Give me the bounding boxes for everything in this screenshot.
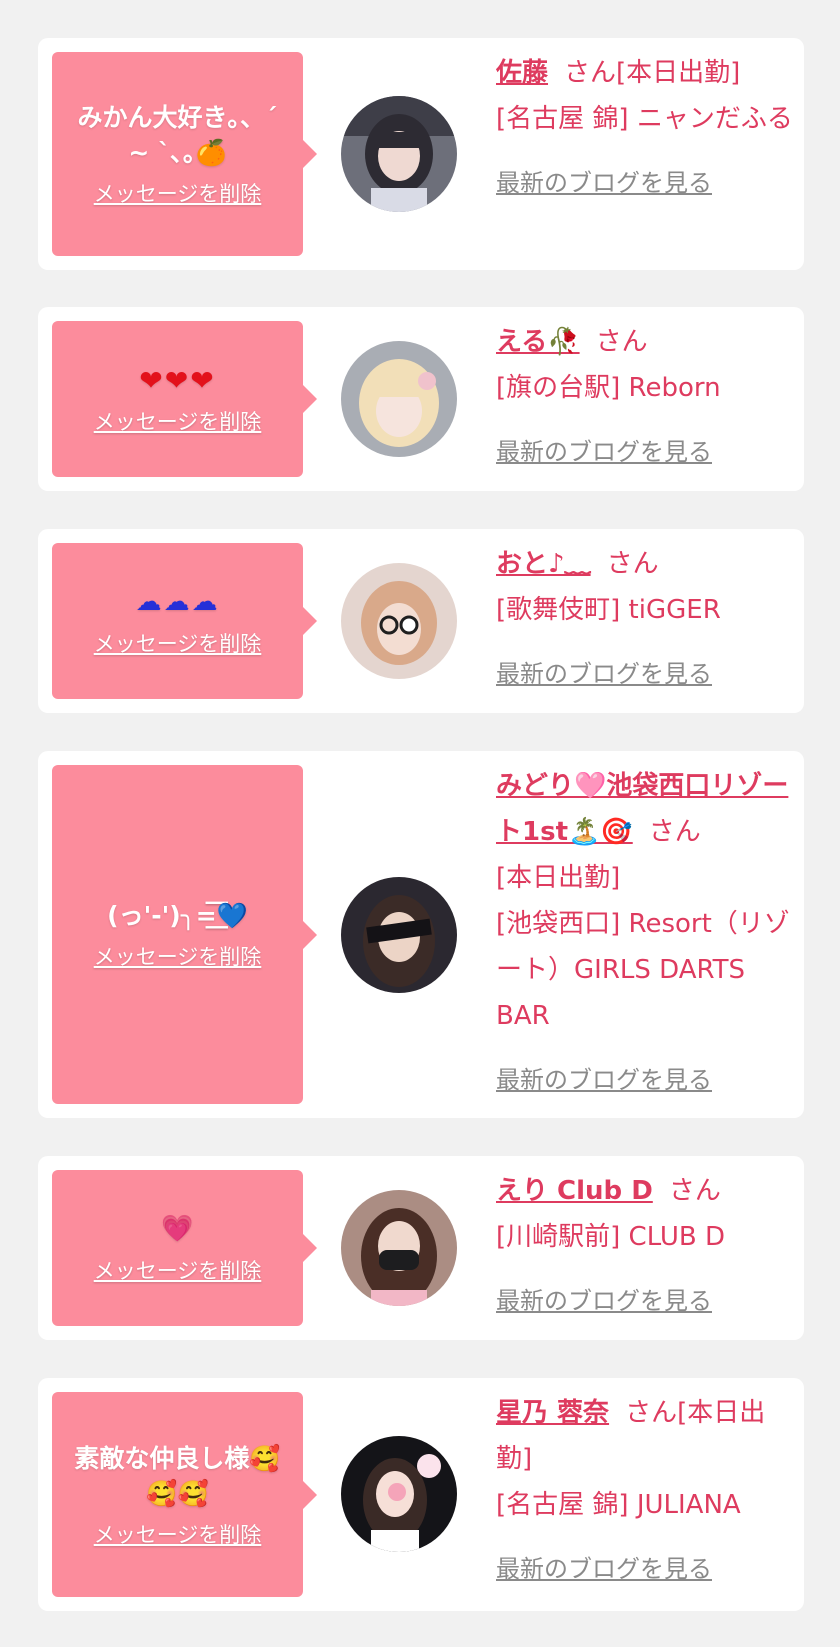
shop-label: [池袋西口] Resort（リゾート）GIRLS DARTS BAR [496, 909, 790, 1031]
message-card: ❤❤❤ メッセージを削除 える🥀 さん [旗の台駅] Reborn 最新のブログを… [38, 307, 804, 491]
status-tag: [本日出勤] [496, 863, 621, 893]
message-text: みかん大好き｡、´ ~ `､｡🍊 [77, 103, 278, 167]
avatar[interactable] [341, 563, 457, 679]
avatar[interactable] [341, 1190, 457, 1306]
girl-info: 星乃 蓉奈 さん[本日出勤] [名古屋 錦] JULIANA 最新のブログを見る [496, 1390, 796, 1592]
girl-name-link[interactable]: 佐藤 [496, 58, 548, 88]
girl-info: みどり🩷池袋西口リゾート1st🏝️🎯 さん [本日出勤] [池袋西口] Resor… [496, 763, 796, 1103]
honorific: さん [564, 58, 617, 88]
latest-blog-link[interactable]: 最新のブログを見る [496, 1057, 796, 1103]
avatar[interactable] [341, 1436, 457, 1552]
message-bubble: ☁☁☁ メッセージを削除 [52, 543, 317, 699]
girl-info: 佐藤 さん[本日出勤] [名古屋 錦] ニャンだふる 最新のブログを見る [496, 50, 796, 206]
shop-label: [名古屋 錦] JULIANA [496, 1490, 741, 1520]
honorific: さん [668, 1176, 721, 1206]
avatar-photo [341, 1190, 457, 1306]
girl-name-link[interactable]: 星乃 蓉奈 [496, 1398, 609, 1428]
message-card: (っ'-')╮=͟͟͞͞💙 メッセージを削除 みどり🩷池袋西口リゾート1st🏝️… [38, 751, 804, 1118]
avatar[interactable] [341, 341, 457, 457]
shop-label: [名古屋 錦] ニャンだふる [496, 104, 793, 134]
message-card: ☁☁☁ メッセージを削除 おと♪﹏ さん [歌舞伎町] tiGGER 最新のブログ… [38, 529, 804, 713]
message-text: 💗 [161, 1213, 194, 1244]
avatar-photo [341, 96, 457, 212]
latest-blog-link[interactable]: 最新のブログを見る [496, 429, 796, 475]
delete-message-link[interactable]: メッセージを削除 [94, 941, 262, 971]
avatar-photo [341, 1436, 457, 1552]
delete-message-link[interactable]: メッセージを削除 [94, 178, 262, 208]
message-bubble: みかん大好き｡、´ ~ `､｡🍊 メッセージを削除 [52, 52, 317, 256]
message-text: 素敵な仲良し様🥰🥰🥰 [74, 1443, 281, 1508]
girl-name-link[interactable]: えり Club D [496, 1176, 653, 1206]
message-text: ☁☁☁ [135, 586, 220, 617]
message-bubble: ❤❤❤ メッセージを削除 [52, 321, 317, 477]
message-bubble: (っ'-')╮=͟͟͞͞💙 メッセージを削除 [52, 765, 317, 1104]
honorific: さん [625, 1398, 678, 1428]
shop-label: [旗の台駅] Reborn [496, 373, 721, 403]
latest-blog-link[interactable]: 最新のブログを見る [496, 1278, 796, 1324]
latest-blog-link[interactable]: 最新のブログを見る [496, 160, 796, 206]
shop-label: [歌舞伎町] tiGGER [496, 595, 721, 625]
delete-message-link[interactable]: メッセージを削除 [94, 1255, 262, 1285]
girl-info: おと♪﹏ さん [歌舞伎町] tiGGER 最新のブログを見る [496, 541, 796, 697]
status-tag: [本日出勤] [616, 58, 741, 88]
girl-info: えり Club D さん [川崎駅前] CLUB D 最新のブログを見る [496, 1168, 796, 1324]
avatar[interactable] [341, 96, 457, 212]
shop-label: [川崎駅前] CLUB D [496, 1222, 726, 1252]
message-bubble: 素敵な仲良し様🥰🥰🥰 メッセージを削除 [52, 1392, 317, 1597]
avatar-photo [341, 877, 457, 993]
avatar-photo [341, 563, 457, 679]
honorific: さん [648, 817, 701, 847]
honorific: さん [606, 549, 659, 579]
avatar-photo [341, 341, 457, 457]
delete-message-link[interactable]: メッセージを削除 [94, 1519, 262, 1549]
delete-message-link[interactable]: メッセージを削除 [94, 406, 262, 436]
message-card: 素敵な仲良し様🥰🥰🥰 メッセージを削除 星乃 蓉奈 さん[本日出勤] [名古屋 錦… [38, 1378, 804, 1611]
girl-info: える🥀 さん [旗の台駅] Reborn 最新のブログを見る [496, 319, 796, 475]
girl-name-link[interactable]: おと♪﹏ [496, 549, 591, 579]
delete-message-link[interactable]: メッセージを削除 [94, 628, 262, 658]
girl-name-link[interactable]: みどり🩷池袋西口リゾート1st🏝️🎯 [496, 771, 788, 847]
avatar[interactable] [341, 877, 457, 993]
message-bubble: 💗 メッセージを削除 [52, 1170, 317, 1326]
honorific: さん [595, 327, 648, 357]
message-card: みかん大好き｡、´ ~ `､｡🍊 メッセージを削除 佐藤 さん[本日出勤] [名古… [38, 38, 804, 270]
latest-blog-link[interactable]: 最新のブログを見る [496, 1546, 796, 1592]
girl-name-link[interactable]: える🥀 [496, 327, 580, 357]
message-card: 💗 メッセージを削除 えり Club D さん [川崎駅前] CLUB D 最新の… [38, 1156, 804, 1340]
latest-blog-link[interactable]: 最新のブログを見る [496, 651, 796, 697]
message-text: ❤❤❤ [139, 363, 216, 397]
message-text: (っ'-')╮=͟͟͞͞💙 [107, 901, 248, 930]
